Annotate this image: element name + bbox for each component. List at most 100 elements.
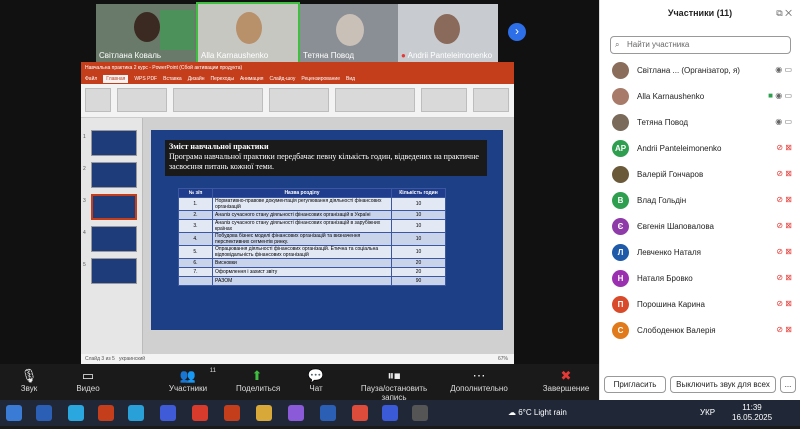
ppt-tab: Переходы: [210, 76, 234, 82]
table-row: РАЗОМ 90: [178, 276, 446, 286]
clock[interactable]: 11:39 16.05.2025: [732, 403, 772, 429]
video-tile-4[interactable]: ● Andrii Panteleimonenko: [398, 4, 498, 62]
table-header: Назва розділу: [212, 188, 392, 198]
video-tile-3[interactable]: Тетяна Повод: [300, 4, 400, 62]
cell-name: РАЗОМ: [212, 276, 392, 286]
telegram-icon[interactable]: [68, 405, 84, 421]
app-icon-3[interactable]: [412, 405, 428, 421]
panel-actions: ⧉ ✕: [776, 8, 792, 19]
next-videos-button[interactable]: ›: [508, 23, 526, 41]
chat-button[interactable]: 💬 Чат: [304, 368, 328, 393]
participant-row[interactable]: С Слободенюк Валерія ⊘ ⊠: [600, 318, 800, 344]
word-icon[interactable]: [36, 405, 52, 421]
participant-row[interactable]: Світлана ... (Організатор, я) ◉ ▭: [600, 58, 800, 84]
cell-num: 5.: [178, 245, 213, 259]
participant-name: Валерій Гончаров: [637, 170, 704, 179]
chrome-icon[interactable]: [352, 405, 368, 421]
slide-heading: Зміст навчальної практики: [169, 142, 269, 151]
mic-off-icon: ⊘ ⊠: [776, 195, 792, 204]
video-tile-1[interactable]: Світлана Коваль: [96, 4, 196, 62]
table-header: Кількість годин: [391, 188, 446, 198]
participant-row[interactable]: Н Наталя Бровко ⊘ ⊠: [600, 266, 800, 292]
video-button[interactable]: ▭ Видео: [72, 368, 104, 393]
participant-row[interactable]: Є Євгенія Шаповалова ⊘ ⊠: [600, 214, 800, 240]
zoom-level: 67%: [497, 356, 508, 362]
invite-button[interactable]: Пригласить: [604, 376, 666, 393]
cell-num: 6.: [178, 258, 213, 268]
avatar: С: [612, 322, 629, 339]
ppt-tab: Вид: [345, 76, 356, 82]
background-sign: [160, 10, 194, 50]
video-name: Світлана Коваль: [99, 51, 162, 60]
participant-row[interactable]: Тетяна Повод ◉ ▭: [600, 110, 800, 136]
participants-button[interactable]: 👥 Участники 11: [166, 368, 216, 393]
participant-row[interactable]: П Порошина Карина ⊘ ⊠: [600, 292, 800, 318]
participant-row[interactable]: Л Левченко Наталя ⊘ ⊠: [600, 240, 800, 266]
zoom-icon[interactable]: [160, 405, 176, 421]
cell-name: Аналіз сучасного стану діяльності фінанс…: [212, 210, 392, 220]
edge-icon[interactable]: [128, 405, 144, 421]
slide-counter: Слайд 3 из 5: [85, 356, 115, 362]
cell-name: Опрацювання діяльності фінансових органі…: [212, 245, 392, 259]
pause-record-button[interactable]: ⏸⏹ Пауза/остановить запись: [348, 368, 440, 402]
more-button[interactable]: ⋯ Дополнительно: [448, 368, 510, 393]
participant-name: Світлана ... (Організатор, я): [637, 66, 740, 75]
ppt-title: Навчальна практика 2 курс - PowerPoint (…: [85, 65, 243, 71]
slide-thumb-3: [91, 194, 137, 220]
mute-all-button[interactable]: Выключить звук для всех: [670, 376, 776, 393]
pause-stop-icon: ⏸⏹: [387, 368, 401, 383]
share-button[interactable]: ⬆ Поделиться: [236, 368, 280, 393]
video-name: Alla Karnaushenko: [201, 51, 269, 60]
cell-hours: 10: [391, 210, 446, 220]
chat-label: Чат: [309, 384, 323, 393]
slide-thumb-2: [91, 162, 137, 188]
audio-button[interactable]: 🎙 Звук: [16, 368, 42, 393]
cell-hours: 10: [391, 197, 446, 211]
windows-start-icon[interactable]: [6, 405, 22, 421]
mic-off-icon: ⊘ ⊠: [776, 143, 792, 152]
cell-num: 3.: [178, 219, 213, 233]
video-tile-2[interactable]: Alla Karnaushenko: [196, 2, 300, 64]
participant-row[interactable]: Alla Karnaushenko ■ ◉ ▭: [600, 84, 800, 110]
avatar: Л: [612, 244, 629, 261]
app-icon-2[interactable]: [382, 405, 398, 421]
viber-icon[interactable]: [288, 405, 304, 421]
slides-group: [117, 88, 167, 112]
end-button[interactable]: ✖ Завершение: [540, 368, 592, 393]
ppt-tab: Вставка: [163, 76, 182, 82]
participant-name: Порошина Карина: [637, 300, 705, 309]
powerpoint-icon[interactable]: [224, 405, 240, 421]
participants-label: Участники: [168, 384, 208, 393]
avatar: [612, 62, 629, 79]
close-icon[interactable]: ✕: [785, 8, 792, 18]
slide-thumb-1: [91, 130, 137, 156]
participant-name: Левченко Наталя: [637, 248, 701, 257]
ppt-workspace: 1 2 3 4 5 Зміст навчальної практики Прог…: [81, 118, 514, 354]
cell-name: Побудова бізнес моделі фінансових органі…: [212, 232, 392, 246]
sharing-icon: ■ ◉ ▭: [768, 91, 792, 100]
participant-row[interactable]: AP Andrii Panteleimonenko ⊘ ⊠: [600, 136, 800, 162]
opera-icon[interactable]: [192, 405, 208, 421]
more-options-button[interactable]: ...: [780, 376, 796, 393]
chevron-right-icon: ›: [515, 24, 519, 38]
file-explorer-icon[interactable]: [256, 405, 272, 421]
participant-name: Євгенія Шаповалова: [637, 222, 714, 231]
chat-icon: 💬: [307, 368, 325, 383]
cell-hours: 10: [391, 219, 446, 233]
app-icon[interactable]: [320, 405, 336, 421]
table-row: 1. Нормативно-правове документація регулю…: [178, 197, 446, 211]
avatar: Н: [612, 270, 629, 287]
weather-widget[interactable]: ☁ 6°C Light rain: [508, 400, 567, 426]
participant-row[interactable]: В Влад Гольдін ⊘ ⊠: [600, 188, 800, 214]
avatar: [612, 166, 629, 183]
popout-icon[interactable]: ⧉: [776, 8, 782, 18]
acrobat-icon[interactable]: [98, 405, 114, 421]
thumb-number: 2: [83, 166, 86, 172]
participant-row[interactable]: Валерій Гончаров ⊘ ⊠: [600, 162, 800, 188]
search-input[interactable]: ⌕ Найти участника: [610, 36, 791, 54]
mic-off-icon: ⊘ ⊠: [776, 299, 792, 308]
slide-text: Програма навчальної практики передбачає …: [169, 152, 479, 171]
search-placeholder: Найти участника: [627, 40, 690, 49]
cloud-icon: ☁: [508, 408, 516, 417]
language-indicator[interactable]: УКР: [700, 400, 715, 426]
